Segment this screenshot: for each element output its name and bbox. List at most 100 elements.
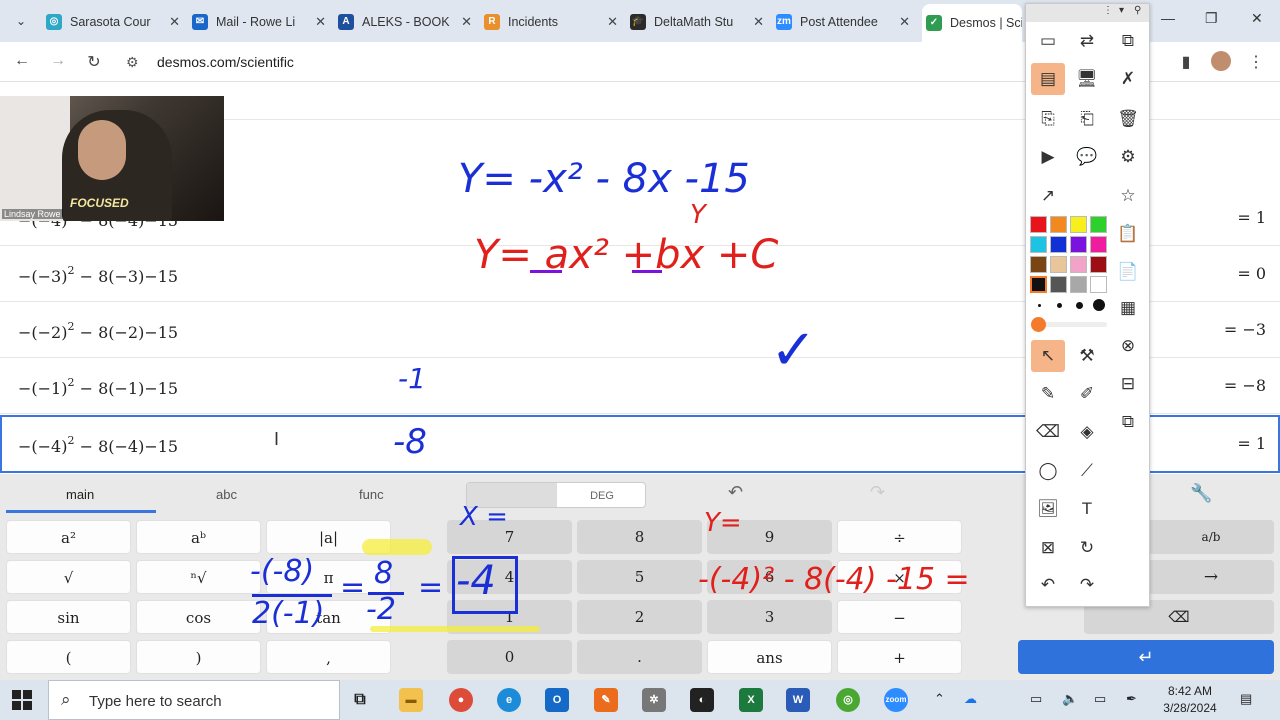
keypad-key[interactable]: 0 bbox=[447, 640, 572, 674]
screen-capture-icon[interactable]: ▤ bbox=[1031, 63, 1065, 95]
close-window-icon[interactable]: ✕ bbox=[1251, 10, 1263, 27]
browser-tab[interactable]: 🎓 DeltaMath Stu ✕ bbox=[630, 8, 764, 36]
keypad-key[interactable]: 5 bbox=[577, 560, 702, 594]
color-swatch[interactable] bbox=[1090, 276, 1107, 293]
brush-size-m[interactable] bbox=[1076, 302, 1083, 309]
toolbar-header[interactable]: ⋮ ▾ ⚲ bbox=[1026, 4, 1149, 22]
clear-ink-icon[interactable]: ✗ bbox=[1111, 63, 1145, 95]
fraction-key[interactable]: a/b bbox=[1148, 520, 1274, 554]
color-swatch[interactable] bbox=[1090, 236, 1107, 253]
keypad-key[interactable]: 7 bbox=[447, 520, 572, 554]
keypad-key[interactable]: . bbox=[577, 640, 702, 674]
shapes-icon[interactable]: ◯ bbox=[1031, 455, 1065, 487]
brush-size-s[interactable] bbox=[1057, 303, 1062, 308]
copy-page-icon[interactable]: ⧉ bbox=[1111, 406, 1145, 438]
tab-close-icon[interactable]: ✕ bbox=[315, 14, 326, 30]
tab-close-icon[interactable]: ✕ bbox=[753, 14, 764, 30]
network-icon[interactable]: ▭ bbox=[1030, 691, 1042, 707]
keypad-key[interactable]: a² bbox=[6, 520, 131, 554]
profile-avatar[interactable] bbox=[1211, 51, 1231, 71]
zoom-icon[interactable]: zoom bbox=[884, 688, 908, 712]
angle-mode-toggle[interactable]: DEG bbox=[466, 482, 646, 508]
keypad-key[interactable]: ) bbox=[136, 640, 261, 674]
settings-group-icon[interactable]: ⚙ bbox=[1111, 141, 1145, 173]
excel-icon[interactable]: X bbox=[739, 688, 763, 712]
keypad-key[interactable]: 1 bbox=[447, 600, 572, 634]
color-swatch[interactable] bbox=[1050, 236, 1067, 253]
media-icon[interactable]: ▶ bbox=[1031, 141, 1065, 173]
favorite-icon[interactable]: ☆ bbox=[1111, 180, 1145, 212]
trash-icon[interactable]: 🗑 bbox=[1111, 103, 1145, 135]
redo-ink-icon[interactable]: ↷ bbox=[1070, 569, 1104, 601]
browser-tab[interactable]: zm Post Attendee ✕ bbox=[776, 8, 910, 36]
app-ring-icon[interactable]: ◎ bbox=[836, 688, 860, 712]
settings-wrench-icon[interactable]: 🔧 bbox=[1190, 483, 1212, 504]
color-swatch[interactable] bbox=[1090, 216, 1107, 233]
presentation-icon[interactable]: ▦ bbox=[1111, 292, 1145, 324]
whiteboard-icon[interactable]: ▭ bbox=[1031, 25, 1065, 57]
keypad-key[interactable]: ( bbox=[6, 640, 131, 674]
keypad-key[interactable]: × bbox=[837, 560, 962, 594]
browser-menu-icon[interactable]: ⋮ bbox=[1246, 52, 1266, 72]
undo-ink-icon[interactable]: ↶ bbox=[1031, 569, 1065, 601]
share-icon[interactable]: ↗ bbox=[1031, 180, 1065, 212]
keypad-key[interactable]: aᵇ bbox=[136, 520, 261, 554]
color-swatch[interactable] bbox=[1030, 256, 1047, 273]
pen-icon[interactable]: ✎ bbox=[1031, 378, 1065, 410]
keypad-key[interactable]: √ bbox=[6, 560, 131, 594]
text-tool-icon[interactable]: T bbox=[1070, 493, 1104, 525]
task-view-icon[interactable]: ⧉ bbox=[348, 688, 372, 712]
notifications-icon[interactable]: ▤ bbox=[1240, 691, 1252, 707]
switch-user-icon[interactable]: ⇄ bbox=[1070, 25, 1104, 57]
tab-close-icon[interactable]: ✕ bbox=[461, 14, 472, 30]
browser-tab[interactable]: R Incidents ✕ bbox=[484, 8, 618, 36]
keypad-key[interactable]: 2 bbox=[577, 600, 702, 634]
color-swatch[interactable] bbox=[1070, 276, 1087, 293]
brush-size-xs[interactable] bbox=[1038, 304, 1041, 307]
xbox-app-icon[interactable]: ◐ bbox=[690, 688, 714, 712]
color-swatch[interactable] bbox=[1050, 276, 1067, 293]
keypad-key[interactable]: + bbox=[837, 640, 962, 674]
side-panel-icon[interactable]: ▮ bbox=[1176, 52, 1196, 72]
close-circle-icon[interactable]: ⊗ bbox=[1111, 330, 1145, 362]
browser-tab[interactable]: A ALEKS - BOOK ✕ bbox=[338, 8, 472, 36]
keypad-key[interactable]: π bbox=[266, 560, 391, 594]
keypad-key[interactable]: 8 bbox=[577, 520, 702, 554]
color-swatch[interactable] bbox=[1030, 236, 1047, 253]
url-text[interactable]: desmos.com/scientific bbox=[157, 54, 294, 70]
minimize-icon[interactable]: — bbox=[1161, 10, 1175, 26]
insert-image-icon[interactable]: 🖼 bbox=[1031, 493, 1065, 525]
chrome-icon[interactable]: ● bbox=[449, 688, 473, 712]
toolbar-more-icon[interactable]: ⋮ bbox=[1103, 5, 1113, 16]
eraser-icon[interactable]: ⌫ bbox=[1031, 416, 1065, 448]
fill-bucket-icon[interactable]: ◈ bbox=[1070, 416, 1104, 448]
brush-size-l[interactable] bbox=[1093, 299, 1105, 311]
tools-icon[interactable]: ⚒ bbox=[1070, 340, 1104, 372]
color-swatch[interactable] bbox=[1030, 276, 1047, 293]
tab-search-chevron-icon[interactable]: ⌄ bbox=[10, 10, 32, 32]
tab-close-icon[interactable]: ✕ bbox=[169, 14, 180, 30]
keypad-tab-main[interactable]: main bbox=[66, 487, 94, 502]
toolbar-pin-icon[interactable]: ⚲ bbox=[1134, 5, 1141, 16]
keypad-tab-abc[interactable]: abc bbox=[216, 487, 237, 502]
keypad-key[interactable]: 4 bbox=[447, 560, 572, 594]
tray-chevron-icon[interactable]: ⌃ bbox=[934, 691, 945, 707]
toolbar-collapse-icon[interactable]: ▾ bbox=[1119, 5, 1124, 16]
keypad-key[interactable]: |a| bbox=[266, 520, 391, 554]
keypad-key[interactable]: tan bbox=[266, 600, 391, 634]
line-icon[interactable]: ⟋ bbox=[1070, 455, 1104, 487]
file-icon[interactable]: 📄 bbox=[1111, 256, 1145, 288]
taskbar-clock[interactable]: 8:42 AM 3/28/2024 bbox=[1150, 683, 1230, 717]
rotate-page-icon[interactable]: ↻ bbox=[1070, 532, 1104, 564]
right-arrow-key[interactable]: → bbox=[1148, 560, 1274, 594]
restore-icon[interactable]: ❐ bbox=[1205, 10, 1218, 27]
deg-segment[interactable]: DEG bbox=[557, 483, 645, 507]
comment-icon[interactable]: 💬 bbox=[1070, 141, 1104, 173]
keypad-key[interactable]: − bbox=[837, 600, 962, 634]
start-windows-icon[interactable] bbox=[12, 690, 32, 710]
keypad-key[interactable]: cos bbox=[136, 600, 261, 634]
color-swatch[interactable] bbox=[1030, 216, 1047, 233]
keypad-key[interactable]: 6 bbox=[707, 560, 832, 594]
edge-icon[interactable]: e bbox=[497, 688, 521, 712]
outlook-icon[interactable]: O bbox=[545, 688, 569, 712]
